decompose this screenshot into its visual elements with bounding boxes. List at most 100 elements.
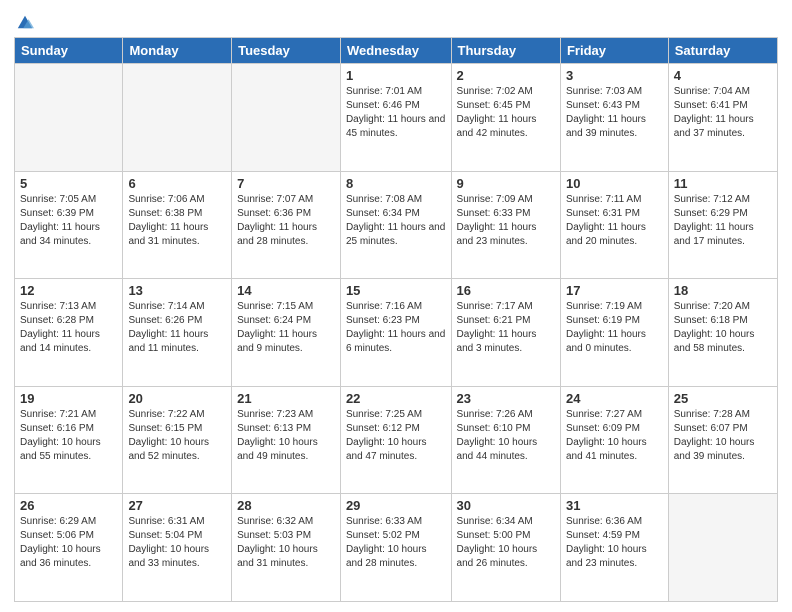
calendar-day-cell: 31Sunrise: 6:36 AM Sunset: 4:59 PM Dayli… [560, 494, 668, 602]
day-info: Sunrise: 7:12 AM Sunset: 6:29 PM Dayligh… [674, 193, 772, 249]
day-info: Sunrise: 7:14 AM Sunset: 6:26 PM Dayligh… [128, 300, 226, 356]
day-number: 25 [674, 391, 772, 406]
day-number: 26 [20, 498, 117, 513]
day-number: 17 [566, 283, 663, 298]
day-number: 8 [346, 176, 446, 191]
calendar-week-row: 19 Sunrise: 7:21 AM Sunset: 6:16 PM Dayli… [15, 386, 778, 494]
day-of-week-header: Saturday [668, 38, 777, 64]
calendar-table: SundayMondayTuesdayWednesdayThursdayFrid… [14, 37, 778, 602]
day-number: 2 [457, 68, 555, 83]
day-number: 10 [566, 176, 663, 191]
day-info: Sunrise: 7:22 AM Sunset: 6:15 PM Dayligh… [128, 408, 226, 464]
day-of-week-header: Thursday [451, 38, 560, 64]
day-info: Sunrise: 7:26 AM Sunset: 6:10 PM Dayligh… [457, 408, 555, 464]
day-info: Sunrise: 7:23 AM Sunset: 6:13 PM Dayligh… [237, 408, 335, 464]
day-of-week-header: Tuesday [232, 38, 341, 64]
calendar-day-cell: 16Sunrise: 7:17 AM Sunset: 6:21 PM Dayli… [451, 279, 560, 387]
calendar-day-cell: 1Sunrise: 7:01 AM Sunset: 6:46 PM Daylig… [340, 64, 451, 172]
calendar-day-cell: 30Sunrise: 6:34 AM Sunset: 5:00 PM Dayli… [451, 494, 560, 602]
day-info: Sunrise: 7:27 AM Sunset: 6:09 PM Dayligh… [566, 408, 663, 464]
day-info: Sunrise: 7:16 AM Sunset: 6:23 PM Dayligh… [346, 300, 446, 356]
day-info: Sunrise: 6:31 AM Sunset: 5:04 PM Dayligh… [128, 515, 226, 571]
day-info: Sunrise: 6:32 AM Sunset: 5:03 PM Dayligh… [237, 515, 335, 571]
day-info: Sunrise: 7:04 AM Sunset: 6:41 PM Dayligh… [674, 85, 772, 141]
day-number: 14 [237, 283, 335, 298]
calendar-day-cell: 26 Sunrise: 6:29 AM Sunset: 5:06 PM Dayli… [15, 494, 123, 602]
calendar-day-cell: 2 Sunrise: 7:02 AM Sunset: 6:45 PM Daylig… [451, 64, 560, 172]
calendar-day-cell: 24 Sunrise: 7:27 AM Sunset: 6:09 PM Dayli… [560, 386, 668, 494]
calendar-day-cell: 20 Sunrise: 7:22 AM Sunset: 6:15 PM Dayli… [123, 386, 232, 494]
day-info: Sunrise: 7:11 AM Sunset: 6:31 PM Dayligh… [566, 193, 663, 249]
calendar-day-cell: 5 Sunrise: 7:05 AM Sunset: 6:39 PM Daylig… [15, 171, 123, 279]
day-number: 3 [566, 68, 663, 83]
day-number: 31 [566, 498, 663, 513]
calendar-day-cell [123, 64, 232, 172]
logo [14, 10, 34, 29]
calendar-day-cell [15, 64, 123, 172]
day-info: Sunrise: 6:33 AM Sunset: 5:02 PM Dayligh… [346, 515, 446, 571]
day-number: 29 [346, 498, 446, 513]
calendar-day-cell: 7 Sunrise: 7:07 AM Sunset: 6:36 PM Daylig… [232, 171, 341, 279]
calendar-day-cell: 29 Sunrise: 6:33 AM Sunset: 5:02 PM Dayli… [340, 494, 451, 602]
day-number: 22 [346, 391, 446, 406]
day-number: 15 [346, 283, 446, 298]
calendar-day-cell: 17 Sunrise: 7:19 AM Sunset: 6:19 PM Dayli… [560, 279, 668, 387]
calendar-week-row: 1Sunrise: 7:01 AM Sunset: 6:46 PM Daylig… [15, 64, 778, 172]
calendar-day-cell: 27 Sunrise: 6:31 AM Sunset: 5:04 PM Dayli… [123, 494, 232, 602]
calendar-day-cell: 8Sunrise: 7:08 AM Sunset: 6:34 PM Daylig… [340, 171, 451, 279]
calendar-day-cell: 10 Sunrise: 7:11 AM Sunset: 6:31 PM Dayli… [560, 171, 668, 279]
calendar-header-row: SundayMondayTuesdayWednesdayThursdayFrid… [15, 38, 778, 64]
calendar-day-cell: 22 Sunrise: 7:25 AM Sunset: 6:12 PM Dayli… [340, 386, 451, 494]
day-info: Sunrise: 7:17 AM Sunset: 6:21 PM Dayligh… [457, 300, 555, 356]
logo-icon [16, 13, 34, 31]
day-info: Sunrise: 7:19 AM Sunset: 6:19 PM Dayligh… [566, 300, 663, 356]
day-number: 24 [566, 391, 663, 406]
page-header [14, 10, 778, 29]
calendar-week-row: 12 Sunrise: 7:13 AM Sunset: 6:28 PM Dayli… [15, 279, 778, 387]
day-number: 11 [674, 176, 772, 191]
day-number: 27 [128, 498, 226, 513]
calendar-day-cell: 4 Sunrise: 7:04 AM Sunset: 6:41 PM Daylig… [668, 64, 777, 172]
day-info: Sunrise: 7:21 AM Sunset: 6:16 PM Dayligh… [20, 408, 117, 464]
calendar-day-cell: 18Sunrise: 7:20 AM Sunset: 6:18 PM Dayli… [668, 279, 777, 387]
day-number: 19 [20, 391, 117, 406]
calendar-day-cell: 23 Sunrise: 7:26 AM Sunset: 6:10 PM Dayli… [451, 386, 560, 494]
day-info: Sunrise: 7:02 AM Sunset: 6:45 PM Dayligh… [457, 85, 555, 141]
calendar-week-row: 26 Sunrise: 6:29 AM Sunset: 5:06 PM Dayli… [15, 494, 778, 602]
day-info: Sunrise: 7:01 AM Sunset: 6:46 PM Dayligh… [346, 85, 446, 141]
calendar-day-cell [668, 494, 777, 602]
calendar-day-cell: 11 Sunrise: 7:12 AM Sunset: 6:29 PM Dayli… [668, 171, 777, 279]
day-number: 20 [128, 391, 226, 406]
calendar-week-row: 5 Sunrise: 7:05 AM Sunset: 6:39 PM Daylig… [15, 171, 778, 279]
day-info: Sunrise: 7:06 AM Sunset: 6:38 PM Dayligh… [128, 193, 226, 249]
calendar-day-cell: 13 Sunrise: 7:14 AM Sunset: 6:26 PM Dayli… [123, 279, 232, 387]
day-number: 4 [674, 68, 772, 83]
day-info: Sunrise: 7:05 AM Sunset: 6:39 PM Dayligh… [20, 193, 117, 249]
calendar-day-cell: 3 Sunrise: 7:03 AM Sunset: 6:43 PM Daylig… [560, 64, 668, 172]
day-info: Sunrise: 6:29 AM Sunset: 5:06 PM Dayligh… [20, 515, 117, 571]
calendar-day-cell: 6Sunrise: 7:06 AM Sunset: 6:38 PM Daylig… [123, 171, 232, 279]
day-info: Sunrise: 7:07 AM Sunset: 6:36 PM Dayligh… [237, 193, 335, 249]
day-number: 9 [457, 176, 555, 191]
calendar-day-cell: 12 Sunrise: 7:13 AM Sunset: 6:28 PM Dayli… [15, 279, 123, 387]
day-info: Sunrise: 7:25 AM Sunset: 6:12 PM Dayligh… [346, 408, 446, 464]
day-info: Sunrise: 7:13 AM Sunset: 6:28 PM Dayligh… [20, 300, 117, 356]
day-number: 12 [20, 283, 117, 298]
day-info: Sunrise: 7:09 AM Sunset: 6:33 PM Dayligh… [457, 193, 555, 249]
day-info: Sunrise: 6:34 AM Sunset: 5:00 PM Dayligh… [457, 515, 555, 571]
calendar-day-cell: 15 Sunrise: 7:16 AM Sunset: 6:23 PM Dayli… [340, 279, 451, 387]
day-info: Sunrise: 7:28 AM Sunset: 6:07 PM Dayligh… [674, 408, 772, 464]
day-number: 5 [20, 176, 117, 191]
day-number: 13 [128, 283, 226, 298]
calendar-day-cell: 19 Sunrise: 7:21 AM Sunset: 6:16 PM Dayli… [15, 386, 123, 494]
day-number: 7 [237, 176, 335, 191]
calendar-day-cell: 14 Sunrise: 7:15 AM Sunset: 6:24 PM Dayli… [232, 279, 341, 387]
day-number: 23 [457, 391, 555, 406]
day-info: Sunrise: 7:15 AM Sunset: 6:24 PM Dayligh… [237, 300, 335, 356]
day-of-week-header: Friday [560, 38, 668, 64]
day-number: 21 [237, 391, 335, 406]
day-info: Sunrise: 7:03 AM Sunset: 6:43 PM Dayligh… [566, 85, 663, 141]
calendar-day-cell: 28 Sunrise: 6:32 AM Sunset: 5:03 PM Dayli… [232, 494, 341, 602]
day-number: 28 [237, 498, 335, 513]
calendar-day-cell: 21 Sunrise: 7:23 AM Sunset: 6:13 PM Dayli… [232, 386, 341, 494]
